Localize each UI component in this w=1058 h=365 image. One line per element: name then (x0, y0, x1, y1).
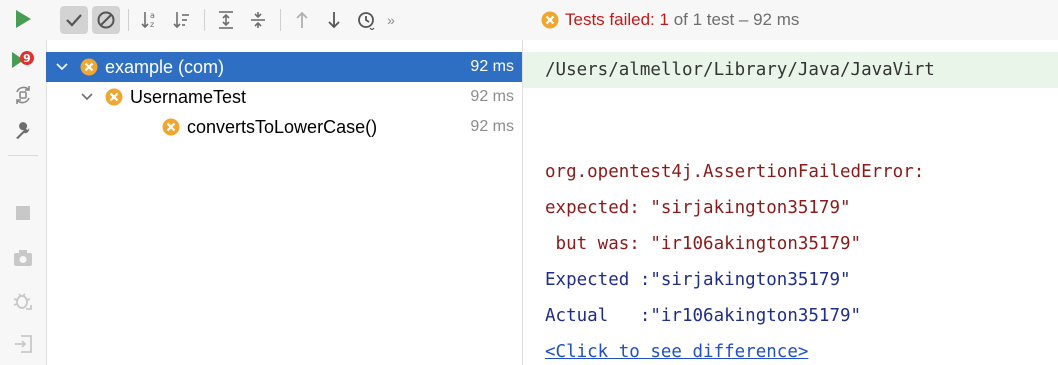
failed-icon (105, 88, 123, 106)
stop-icon[interactable] (8, 198, 38, 228)
failed-icon (541, 11, 559, 29)
tree-item-time: 92 ms (470, 58, 514, 75)
export-icon[interactable] (8, 329, 38, 359)
left-gutter: 9 (0, 0, 47, 365)
svg-text:z: z (150, 20, 154, 29)
see-difference-link[interactable]: <Click to see difference> (545, 342, 808, 362)
failed-icon (162, 118, 180, 136)
test-tree: example (com) 92 ms UsernameTest 92 ms c… (46, 52, 522, 365)
failed-icon (80, 58, 98, 76)
tree-item-example[interactable]: example (com) 92 ms (46, 52, 522, 82)
rerun-failed-icon[interactable]: 9 (8, 45, 38, 75)
gutter-separator (8, 155, 38, 156)
actual-value: Actual :"ir106akington35179" (545, 306, 862, 326)
run-icon[interactable] (8, 4, 38, 34)
status-summary: of 1 test – 92 ms (673, 10, 800, 29)
sort-alpha-icon[interactable]: az (136, 6, 164, 34)
expected-value: Expected :"sirjakington35179" (545, 270, 851, 290)
svg-text:9: 9 (23, 52, 31, 65)
svg-text:a: a (150, 11, 155, 20)
tree-item-usernametest[interactable]: UsernameTest 92 ms (46, 82, 522, 112)
toolbar-separator (204, 9, 205, 31)
show-passed-check-icon[interactable] (60, 6, 88, 34)
show-ignored-icon[interactable] (92, 6, 120, 34)
collapse-all-icon[interactable] (244, 6, 272, 34)
expand-all-icon[interactable] (212, 6, 240, 34)
actual-line: but was: "ir106akington35179" (545, 234, 862, 254)
tree-item-label: UsernameTest (130, 86, 247, 107)
toolbar-separator (128, 9, 129, 31)
prev-failed-icon[interactable] (288, 6, 316, 34)
status-title: Tests failed: (565, 10, 655, 29)
tree-item-label: example (com) (105, 56, 225, 77)
expected-line: expected: "sirjakington35179" (545, 198, 851, 218)
toolbar-separator (280, 9, 281, 31)
tree-item-time: 92 ms (470, 118, 514, 135)
chevron-down-icon[interactable] (54, 63, 70, 71)
more-icon[interactable]: » (382, 6, 400, 34)
debug-icon[interactable] (8, 286, 38, 316)
test-status: Tests failed: 1 of 1 test – 92 ms (541, 10, 799, 30)
history-icon[interactable] (352, 6, 380, 34)
test-toolbar: az » Tests failed: 1 of 1 test – 92 ms (46, 0, 1058, 40)
settings-wrench-icon[interactable] (8, 116, 38, 146)
status-count: 1 (659, 10, 669, 29)
command-line: /Users/almellor/Library/Java/JavaVirt (523, 52, 1058, 88)
tree-item-time: 92 ms (470, 88, 514, 105)
screenshot-icon[interactable] (8, 243, 38, 273)
sort-duration-icon[interactable] (168, 6, 196, 34)
next-failed-icon[interactable] (320, 6, 348, 34)
console-output: /Users/almellor/Library/Java/JavaVirt or… (523, 40, 1058, 365)
tree-item-label: convertsToLowerCase() (187, 116, 378, 137)
toggle-auto-rerun-icon[interactable] (8, 80, 38, 110)
chevron-down-icon[interactable] (79, 93, 95, 101)
error-type: org.opentest4j.AssertionFailedError: (545, 162, 925, 182)
tree-item-convertstolowercase[interactable]: convertsToLowerCase() 92 ms (46, 112, 522, 142)
